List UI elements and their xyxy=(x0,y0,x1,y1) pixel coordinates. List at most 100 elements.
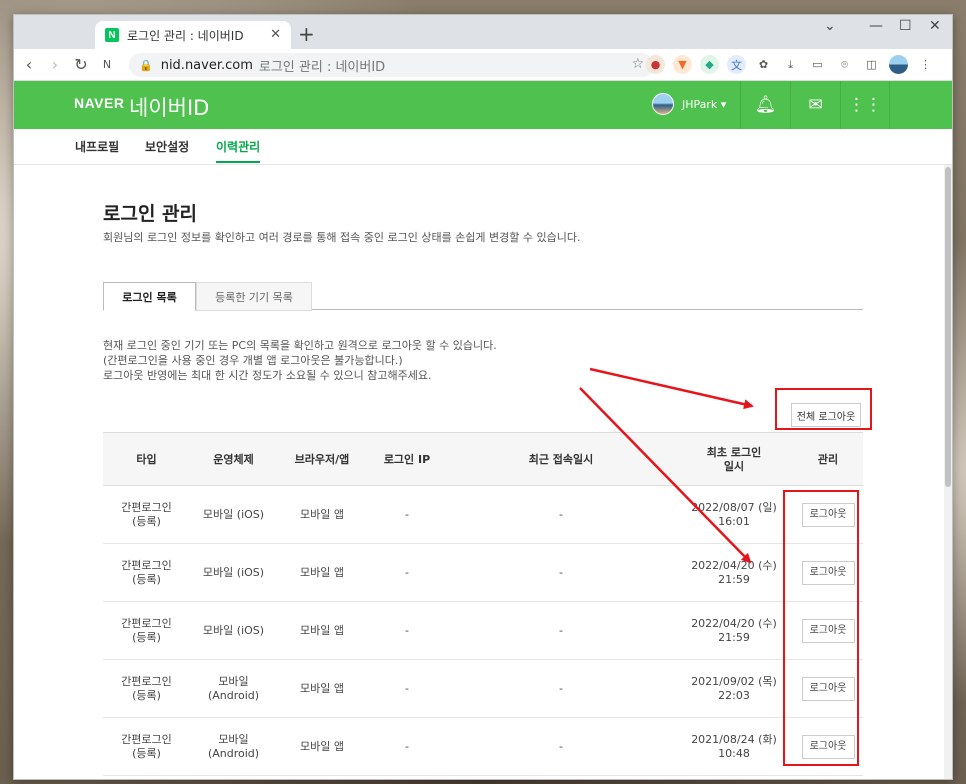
cell-first-login-text: 10:48 xyxy=(718,747,750,760)
cell-ip: - xyxy=(367,660,447,718)
tab-login-list[interactable]: 로그인 목록 xyxy=(103,282,196,311)
cell-recent-text: - xyxy=(559,740,563,753)
cell-type-text: 간편로그인 xyxy=(121,733,172,746)
cell-browser: 모바일 앱 xyxy=(277,660,367,718)
cell-first-login-text: 2021/08/24 (화) xyxy=(691,733,777,746)
cell-browser: 모바일 앱 xyxy=(277,486,367,544)
scrollbar-thumb[interactable] xyxy=(945,167,951,487)
minimize-button[interactable]: — xyxy=(869,18,883,34)
menu-icon[interactable]: ⋮ xyxy=(916,55,935,74)
subnav-profile[interactable]: 내프로필 xyxy=(75,138,119,155)
annotation-box-logout-all xyxy=(775,388,872,430)
cell-type-text: (등록) xyxy=(132,631,161,644)
forward-button[interactable]: › xyxy=(42,55,68,74)
tab-search-icon[interactable]: ⌄ xyxy=(824,18,836,34)
cell-ip-text: - xyxy=(405,624,409,637)
cell-ip: - xyxy=(367,486,447,544)
cell-type: 간편로그인 (등록) xyxy=(103,486,190,544)
browser-tab[interactable]: N 로그인 관리 : 네이버ID ✕ xyxy=(95,21,291,49)
apps-grid-icon[interactable]: ⋮⋮ xyxy=(840,81,890,129)
cell-first-login: 2022/04/20 (수) 21:59 xyxy=(675,602,793,660)
cell-first-login-text: 2022/04/20 (수) xyxy=(691,617,777,630)
maximize-button[interactable]: ☐ xyxy=(899,18,912,34)
table-row: 간편로그인 (등록) 모바일 (Android) 모바일 앱 - - 2021/09/02 (… xyxy=(103,660,863,718)
bookmark-star-icon[interactable]: ☆ xyxy=(631,56,644,72)
translate-icon[interactable]: 文 xyxy=(727,55,746,74)
naver-logo[interactable]: NAVER xyxy=(74,95,124,111)
cell-browser-text: 모바일 앱 xyxy=(300,740,344,753)
brave-extension-icon[interactable]: ▼ xyxy=(673,55,692,74)
notice-line: 현재 로그인 중인 기기 또는 PC의 목록을 확인하고 원격으로 로그아웃 할… xyxy=(103,339,497,352)
back-button[interactable]: ‹ xyxy=(16,55,42,74)
cast-icon[interactable]: ▭ xyxy=(808,55,827,74)
cell-first-login: 2022/08/07 (일) 16:01 xyxy=(675,486,793,544)
cell-os: 모바일 (Android) xyxy=(190,660,277,718)
cell-ip-text: - xyxy=(405,740,409,753)
cell-ip: - xyxy=(367,602,447,660)
notice-line: 로그아웃 반영에는 최대 한 시간 정도가 소요될 수 있으니 참고해주세요. xyxy=(103,369,432,382)
profile-avatar-icon[interactable] xyxy=(889,55,908,74)
cell-first-login-text: 16:01 xyxy=(718,515,750,528)
cell-first-login: 2021/08/24 (화) 10:48 xyxy=(675,718,793,776)
subnav-security[interactable]: 보안설정 xyxy=(145,138,189,155)
url-page-title: 로그인 관리 : 네이버ID xyxy=(258,59,386,75)
extension-icon[interactable]: ◆ xyxy=(700,55,719,74)
cell-browser-text: 모바일 앱 xyxy=(300,508,344,521)
col-first-login-line1: 최초 로그인 xyxy=(706,446,762,459)
cell-recent: - xyxy=(447,602,675,660)
cell-browser: 모바일 앱 xyxy=(277,602,367,660)
notice-line: (간편로그인을 사용 중인 경우 개별 앱 로그아웃은 불가능합니다.) xyxy=(103,354,403,367)
new-tab-button[interactable]: + xyxy=(298,22,315,46)
content-tabs: 로그인 목록 등록한 기기 목록 xyxy=(103,282,863,311)
screenshot-icon[interactable]: ⌾ xyxy=(835,55,854,74)
cell-type-text: 간편로그인 xyxy=(121,501,172,514)
scrollbar[interactable] xyxy=(944,165,952,779)
subnav-history[interactable]: 이력관리 xyxy=(216,138,261,163)
lock-icon[interactable]: 🔒 xyxy=(139,59,153,72)
table-row: 간편로그인 (등록) 모바일 (iOS) 모바일 앱 - - 2022/04/20 (수) 2… xyxy=(103,602,863,660)
close-window-button[interactable]: ✕ xyxy=(929,18,941,34)
cell-first-login-text: 21:59 xyxy=(718,631,750,644)
sidepanel-icon[interactable]: ◫ xyxy=(862,55,881,74)
cell-ip-text: - xyxy=(405,508,409,521)
cell-os-text: 모바일 (iOS) xyxy=(202,566,265,579)
browser-toolbar: ‹ › ↻ N 🔒 nid.naver.com 로그인 관리 : 네이버ID ☆… xyxy=(14,49,952,81)
cell-recent-text: - xyxy=(559,682,563,695)
cell-type-text: (등록) xyxy=(132,689,161,702)
mail-icon[interactable]: ✉ xyxy=(790,81,840,129)
cell-ip-text: - xyxy=(405,682,409,695)
url-host: nid.naver.com xyxy=(160,57,253,73)
extension-icon[interactable]: ● xyxy=(646,55,665,74)
table-row: 간편로그인 (등록) 모바일 (iOS) 모바일 앱 - - 2022/08/07 (일) 1… xyxy=(103,486,863,544)
cell-os-text: 모바일 (iOS) xyxy=(202,508,265,521)
cell-type-text: 간편로그인 xyxy=(121,675,172,688)
puzzle-icon[interactable]: ✿ xyxy=(754,55,773,74)
tab-registered-devices[interactable]: 등록한 기기 목록 xyxy=(196,282,312,311)
user-menu[interactable]: JHPark ▾ xyxy=(652,93,726,115)
cell-browser-text: 모바일 앱 xyxy=(300,566,344,579)
cell-os-text: (Android) xyxy=(207,689,260,702)
naver-id-title[interactable]: 네이버ID xyxy=(129,92,209,122)
page-title: 로그인 관리 xyxy=(103,203,198,225)
cell-ip: - xyxy=(367,544,447,602)
col-recent: 최근 접속일시 xyxy=(528,453,594,466)
bell-icon[interactable]: 🔔︎ xyxy=(740,81,790,129)
naver-extension-icon[interactable]: N xyxy=(94,58,120,71)
download-icon[interactable]: ⤓ xyxy=(781,55,800,74)
table-row: 간편로그인 (등록) 모바일 (Android) 모바일 앱 - - 2021/08/24 (… xyxy=(103,718,863,776)
reload-button[interactable]: ↻ xyxy=(68,55,94,74)
address-bar[interactable]: 🔒 nid.naver.com 로그인 관리 : 네이버ID ☆ xyxy=(129,53,654,77)
cell-type: 간편로그인 (등록) xyxy=(103,718,190,776)
cell-first-login-text: 2021/09/02 (목) xyxy=(691,675,777,688)
cell-first-login-text: 21:59 xyxy=(718,573,750,586)
close-tab-icon[interactable]: ✕ xyxy=(270,27,281,42)
cell-type-text: (등록) xyxy=(132,515,161,528)
naver-header: NAVER 네이버ID JHPark ▾ 🔔︎ ✉ ⋮⋮ xyxy=(14,81,952,129)
login-table: 타입 운영체제 브라우저/앱 로그인 IP 최근 접속일시 최초 로그인 일시 … xyxy=(103,432,863,776)
cell-ip-text: - xyxy=(405,566,409,579)
col-first-login-line2: 일시 xyxy=(723,460,745,473)
cell-first-login-text: 2022/08/07 (일) xyxy=(691,501,777,514)
col-os: 운영체제 xyxy=(213,453,254,466)
naver-favicon-icon: N xyxy=(105,28,119,42)
cell-os: 모바일 (Android) xyxy=(190,718,277,776)
